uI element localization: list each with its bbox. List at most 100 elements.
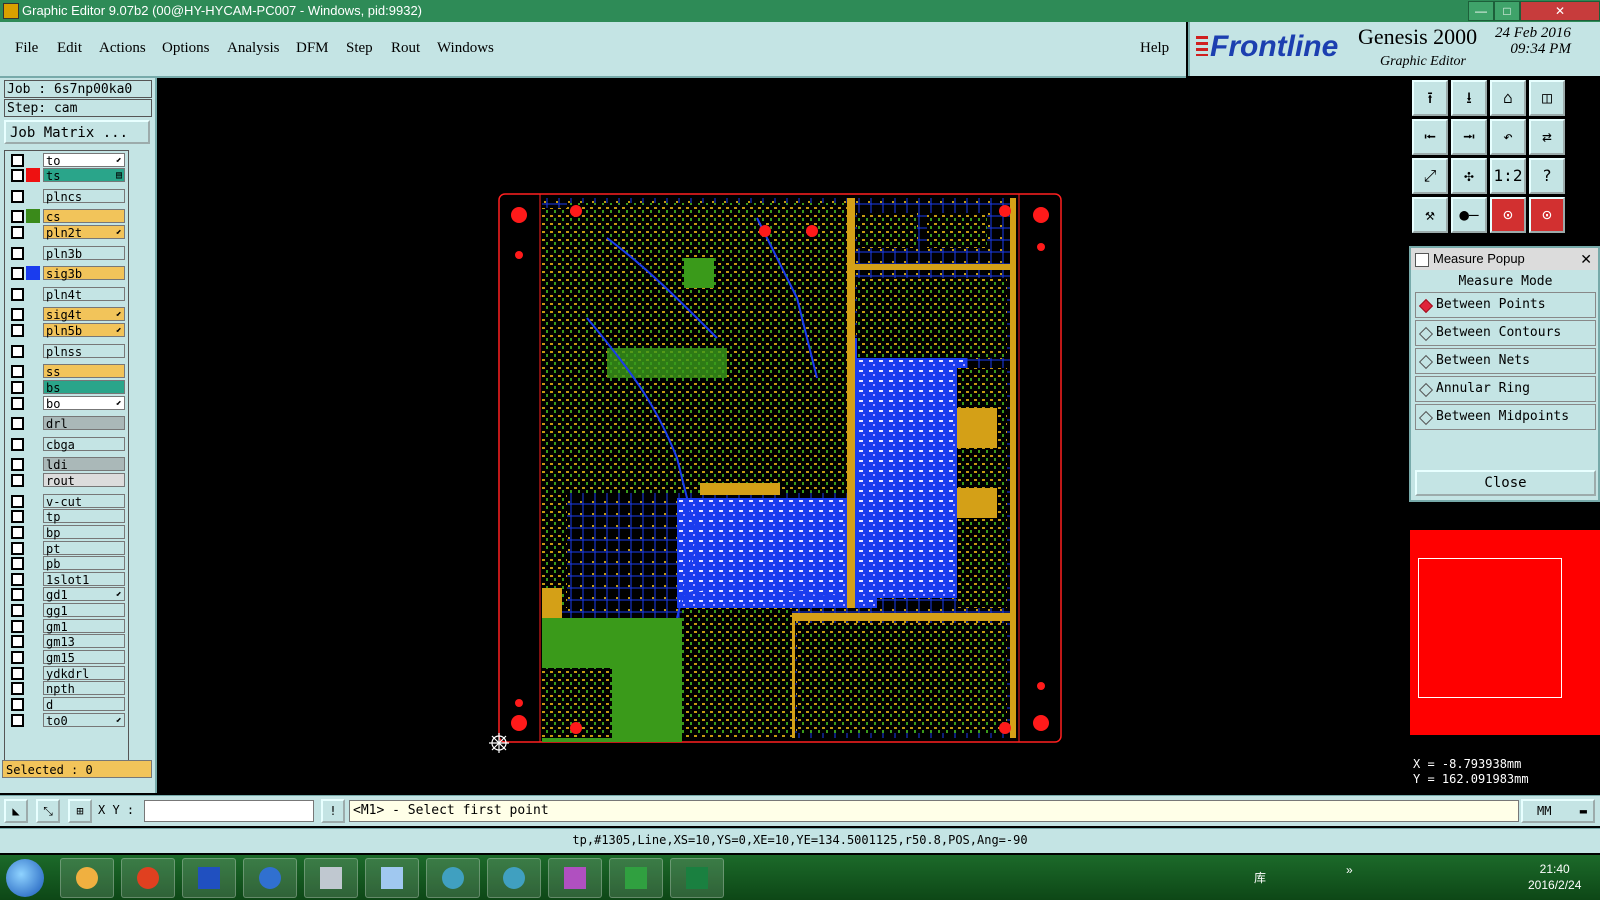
zoom-up-icon[interactable]: ⭱ [1412,80,1448,116]
layer-row-to0[interactable]: to0 ⬋ [7,713,127,728]
taskbar-viewer2-app[interactable] [487,858,541,898]
menu-actions[interactable]: Actions [99,40,146,57]
wrench-icon[interactable]: ⚒ [1412,197,1448,233]
layer-name[interactable]: drl [43,416,125,431]
layer-row-bo[interactable]: bo ⬋ [7,396,127,411]
layer-row-npth[interactable]: npth [7,681,127,696]
layer-checkbox[interactable] [11,365,24,378]
layer-name[interactable]: 1slot1 [43,572,125,587]
layer-checkbox[interactable] [11,381,24,394]
layer-checkbox[interactable] [11,474,24,487]
snap-tool-button[interactable]: ◣ [4,799,28,823]
layer-name[interactable]: to ⬋ [43,153,125,168]
measure-option-between-midpoints[interactable]: Between Midpoints [1415,404,1596,430]
menu-step[interactable]: Step [346,40,373,57]
layer-row-v-cut[interactable]: v-cut [7,494,127,509]
layer-checkbox[interactable] [11,308,24,321]
measure-option-between-nets[interactable]: Between Nets [1415,348,1596,374]
swap-icon[interactable]: ⇄ [1529,119,1565,155]
menu-analysis[interactable]: Analysis [227,40,280,57]
layer-row-to[interactable]: to ⬋ [7,153,127,168]
taskbar-excel-app[interactable] [670,858,724,898]
close-window-button[interactable]: ✕ [1520,1,1600,21]
layer-checkbox[interactable] [11,154,24,167]
job-matrix-button[interactable]: Job Matrix ... [4,120,150,144]
measure-option-annular-ring[interactable]: Annular Ring [1415,376,1596,402]
layer-row-gd1[interactable]: gd1 ⬋ [7,587,127,602]
xy-input[interactable] [144,800,314,822]
center-icon[interactable]: ✣ [1451,158,1487,194]
layer-row-gm13[interactable]: gm13 [7,634,127,649]
layer-checkbox[interactable] [11,604,24,617]
layer-row-ldi[interactable]: ldi [7,457,127,472]
layer-checkbox[interactable] [11,714,24,727]
layer-checkbox[interactable] [11,667,24,680]
probe-icon[interactable]: ●— [1451,197,1487,233]
layer-row-tp[interactable]: tp [7,509,127,524]
layer-name[interactable]: pln3b [43,246,125,261]
layer-name[interactable]: ldi [43,457,125,472]
layer-row-cs[interactable]: cs [7,209,127,224]
taskbar-shell-app[interactable] [60,858,114,898]
layer-row-gm15[interactable]: gm15 [7,650,127,665]
layer-row-sig4t[interactable]: sig4t ⬋ [7,307,127,322]
layer-row-pln5b[interactable]: pln5b ⬋ [7,323,127,338]
layer-checkbox[interactable] [11,210,24,223]
layer-name[interactable]: cbga [43,437,125,452]
layer-row-plncs[interactable]: plncs [7,189,127,204]
menu-file[interactable]: File [15,40,38,57]
layer-name[interactable]: ss [43,364,125,379]
measure-option-between-contours[interactable]: Between Contours [1415,320,1596,346]
layer-row-pln3b[interactable]: pln3b [7,246,127,261]
layer-checkbox[interactable] [11,438,24,451]
layer-name[interactable]: gm13 [43,634,125,649]
layer-row-cbga[interactable]: cbga [7,437,127,452]
pan-left-icon[interactable]: ⭰ [1412,119,1448,155]
layer-checkbox[interactable] [11,495,24,508]
fit-icon[interactable]: ⤢ [1412,158,1448,194]
popup-close-button[interactable]: Close [1415,470,1596,496]
layer-row-gg1[interactable]: gg1 [7,603,127,618]
layer-name[interactable]: ydkdrl [43,666,125,681]
layer-row-d[interactable]: d [7,697,127,712]
layer-name[interactable]: v-cut [43,494,125,509]
layer-name[interactable]: npth [43,681,125,696]
layer-row-pln4t[interactable]: pln4t [7,287,127,302]
layer-name[interactable]: ts ▤ [43,168,125,183]
layer-checkbox[interactable] [11,635,24,648]
tray-chevron-icon[interactable]: » [1346,863,1353,877]
layer-row-rout[interactable]: rout [7,473,127,488]
layer-name[interactable]: sig3b [43,266,125,281]
layer-name[interactable]: gm15 [43,650,125,665]
layer-red2-icon[interactable]: ⊙ [1529,197,1565,233]
menu-rout[interactable]: Rout [391,40,420,57]
layer-name[interactable]: gm1 [43,619,125,634]
layer-row-ts[interactable]: ts ▤ [7,168,127,183]
info-button[interactable]: ! [321,799,345,823]
taskbar-save-app[interactable] [182,858,236,898]
undo-view-icon[interactable]: ↶ [1490,119,1526,155]
scale-icon[interactable]: 1:2 [1490,158,1526,194]
menu-windows[interactable]: Windows [437,40,494,57]
help-icon[interactable]: ? [1529,158,1565,194]
layer-checkbox[interactable] [11,247,24,260]
layer-row-pt[interactable]: pt [7,541,127,556]
maximize-button[interactable]: □ [1494,1,1520,21]
layer-name[interactable]: bo ⬋ [43,396,125,411]
tray-library-label[interactable]: 库 [1254,869,1266,886]
layer-row-ydkdrl[interactable]: ydkdrl [7,666,127,681]
measure-popup-titlebar[interactable]: Measure Popup ✕ [1411,248,1598,270]
layer-name[interactable]: gd1 ⬋ [43,587,125,602]
layer-checkbox[interactable] [11,573,24,586]
layer-checkbox[interactable] [11,417,24,430]
layer-checkbox[interactable] [11,288,24,301]
layer-row-ss[interactable]: ss [7,364,127,379]
layer-row-1slot1[interactable]: 1slot1 [7,572,127,587]
layer-row-bp[interactable]: bp [7,525,127,540]
taskbar-genesis-app[interactable] [121,858,175,898]
layer-checkbox[interactable] [11,651,24,664]
layer-row-gm1[interactable]: gm1 [7,619,127,634]
layer-name[interactable]: pt [43,541,125,556]
layer-checkbox[interactable] [11,226,24,239]
taskbar-browser-app[interactable] [243,858,297,898]
